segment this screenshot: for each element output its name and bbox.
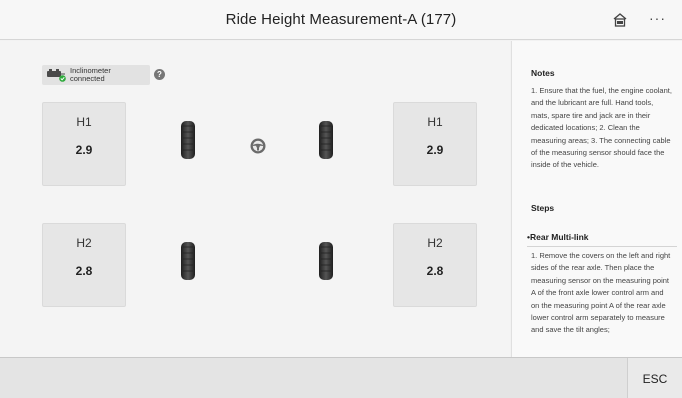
measurement-box-front-right: H1 2.9 [393,102,477,186]
measurement-label: H1 [76,115,92,129]
measurement-box-rear-left: H2 2.8 [42,223,126,307]
info-panel[interactable]: Notes 1. Ensure that the fuel, the engin… [511,41,682,357]
footer-bar: ESC [0,357,682,398]
inclinometer-status-text: Inclinometer connected [70,66,111,83]
measurement-area: Inclinometer connected ? H1 2.9 H1 2.9 H… [0,41,510,357]
scroll-fade [512,339,682,357]
measurement-label: H1 [427,115,443,129]
measurement-value: 2.8 [75,264,93,278]
help-icon[interactable]: ? [154,69,165,80]
measurement-box-rear-right: H2 2.8 [393,223,477,307]
measurement-box-front-left: H1 2.9 [42,102,126,186]
measurement-value: 2.9 [426,143,444,157]
title-bar: Ride Height Measurement-A (177) ··· [0,0,682,40]
home-icon[interactable] [612,12,628,28]
steps-title: Steps [531,203,555,213]
steps-subtitle: •Rear Multi-link [527,232,677,247]
rear-left-wheel-icon [181,242,195,280]
measurement-label: H2 [427,236,443,250]
inclinometer-connected-icon [47,69,66,82]
more-options-icon[interactable]: ··· [649,11,666,25]
notes-text: 1. Ensure that the fuel, the engine cool… [531,86,672,170]
inclinometer-status: Inclinometer connected [42,65,150,85]
steps-text: 1. Remove the covers on the left and rig… [531,251,671,335]
measurement-value: 2.9 [75,143,93,157]
esc-button[interactable]: ESC [627,358,682,398]
page-title: Ride Height Measurement-A (177) [225,11,457,28]
steering-wheel-icon [250,138,266,154]
notes-title: Notes [531,68,555,78]
front-left-wheel-icon [181,121,195,159]
measurement-label: H2 [76,236,92,250]
rear-right-wheel-icon [319,242,333,280]
measurement-value: 2.8 [426,264,444,278]
front-right-wheel-icon [319,121,333,159]
